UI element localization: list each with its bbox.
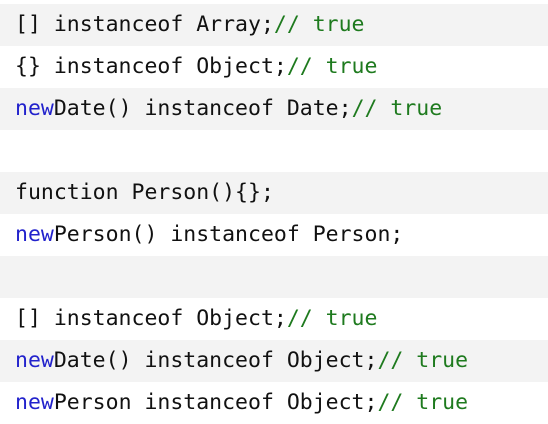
comment: // true xyxy=(286,54,378,79)
comment: // true xyxy=(286,306,378,331)
comment: // true xyxy=(377,348,469,373)
keyword: new xyxy=(15,390,54,415)
code-line-2: {} instanceof Object;// true xyxy=(0,46,548,88)
code-line-1: [] instanceof Array;// true xyxy=(0,4,548,46)
code-text: [] instanceof Array; xyxy=(15,12,274,37)
code-text: Person() instanceof Person; xyxy=(53,222,404,247)
comment: // true xyxy=(273,12,365,37)
keyword: new xyxy=(15,96,54,121)
comment: // true xyxy=(377,390,469,415)
keyword: new xyxy=(15,222,54,247)
code-text: Date() instanceof Date; xyxy=(53,96,352,121)
code-text: Person instanceof Object; xyxy=(53,390,378,415)
code-text: {} instanceof Object; xyxy=(15,54,287,79)
code-block: [] instanceof Array;// true {} instanceo… xyxy=(0,0,548,424)
code-line-6: newPerson() instanceof Person; xyxy=(0,214,548,256)
keyword: new xyxy=(15,348,54,373)
code-line-5: function Person(){}; xyxy=(0,172,548,214)
code-line-8: [] instanceof Object;// true xyxy=(0,298,548,340)
code-line-7 xyxy=(0,256,548,298)
comment: // true xyxy=(351,96,443,121)
code-text: Date() instanceof Object; xyxy=(53,348,378,373)
code-line-10: newPerson instanceof Object;// true xyxy=(0,382,548,424)
code-line-3: newDate() instanceof Date;// true xyxy=(0,88,548,130)
code-line-9: newDate() instanceof Object;// true xyxy=(0,340,548,382)
code-text: function Person(){}; xyxy=(15,180,274,205)
code-text: [] instanceof Object; xyxy=(15,306,287,331)
